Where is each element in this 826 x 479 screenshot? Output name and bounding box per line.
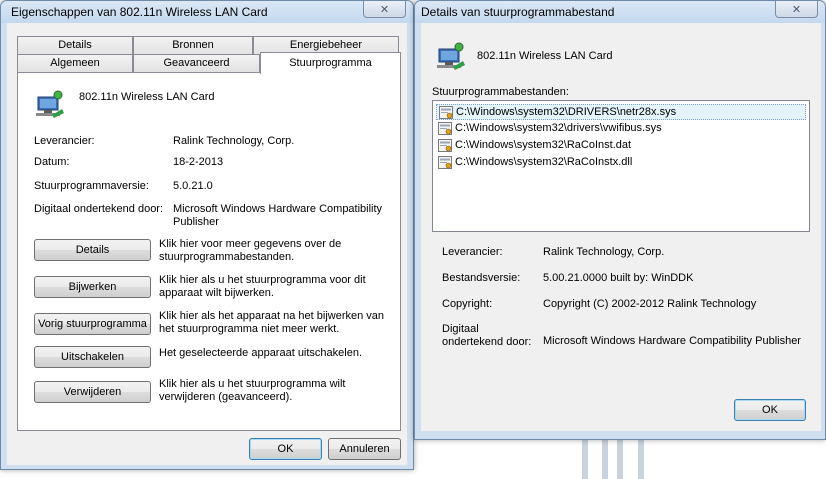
driver-file-icon bbox=[438, 122, 452, 135]
date-value: 18-2-2013 bbox=[173, 156, 224, 168]
background-window-edge bbox=[602, 440, 608, 479]
driver-file-icon bbox=[438, 139, 452, 152]
list-item[interactable]: C:\Windows\system32\DRIVERS\netr28x.sys bbox=[436, 104, 806, 120]
version-label: Stuurprogrammaversie: bbox=[34, 180, 149, 192]
tab-stuurprogramma[interactable]: Stuurprogramma bbox=[260, 52, 401, 74]
stuurprogramma-tab-panel: 802.11n Wireless LAN Card Leverancier: R… bbox=[17, 72, 401, 431]
update-driver-description: Klik hier als u het stuurprogramma voor … bbox=[159, 274, 366, 299]
device-properties-window: Eigenschappen van 802.11n Wireless LAN C… bbox=[0, 0, 414, 470]
copyright-label: Copyright: bbox=[442, 298, 493, 310]
driver-file-icon bbox=[438, 156, 452, 169]
provider-value: Ralink Technology, Corp. bbox=[543, 246, 665, 258]
dialog-client-area: 802.11n Wireless LAN Card Stuurprogramma… bbox=[421, 23, 821, 431]
device-name: 802.11n Wireless LAN Card bbox=[79, 91, 215, 103]
signer-label: Digitaal ondertekend door: bbox=[34, 203, 164, 215]
details-button[interactable]: Details bbox=[34, 239, 151, 261]
uninstall-driver-button[interactable]: Verwijderen bbox=[34, 381, 151, 403]
close-icon: ✕ bbox=[791, 3, 802, 16]
driver-files-label: Stuurprogrammabestanden: bbox=[432, 86, 569, 98]
driver-file-details-titlebar[interactable]: Details van stuurprogrammabestand bbox=[415, 1, 825, 23]
network-adapter-icon bbox=[36, 90, 64, 118]
background-window-edge bbox=[638, 440, 644, 479]
tab-geavanceerd[interactable]: Geavanceerd bbox=[133, 54, 260, 72]
close-button[interactable]: ✕ bbox=[363, 1, 406, 18]
close-button[interactable]: ✕ bbox=[775, 1, 818, 18]
file-path: C:\Windows\system32\RaCoInst.dat bbox=[455, 139, 632, 151]
details-description: Klik hier voor meer gegevens over de stu… bbox=[159, 238, 342, 263]
signer-label: Digitaal ondertekend door: bbox=[442, 323, 532, 348]
signer-value: Microsoft Windows Hardware Compatibility… bbox=[543, 335, 801, 347]
list-item[interactable]: C:\Windows\system32\drivers\vwifibus.sys bbox=[436, 121, 806, 137]
ok-button[interactable]: OK bbox=[734, 399, 806, 421]
file-path: C:\Windows\system32\DRIVERS\netr28x.sys bbox=[456, 106, 677, 118]
tab-algemeen[interactable]: Algemeen bbox=[17, 54, 133, 72]
signer-value: Microsoft Windows Hardware Compatibility… bbox=[173, 203, 383, 228]
ok-button[interactable]: OK bbox=[249, 438, 322, 460]
background-window-edge bbox=[582, 440, 588, 479]
copyright-value: Copyright (C) 2002-2012 Ralink Technolog… bbox=[543, 298, 757, 310]
window-title: Eigenschappen van 802.11n Wireless LAN C… bbox=[11, 5, 268, 19]
driver-file-details-window: Details van stuurprogrammabestand ✕ 802.… bbox=[414, 0, 826, 440]
list-item[interactable]: C:\Windows\system32\RaCoInst.dat bbox=[436, 138, 806, 154]
tab-details[interactable]: Details bbox=[17, 36, 133, 55]
list-item[interactable]: C:\Windows\system32\RaCoInstx.dll bbox=[436, 155, 806, 171]
window-title: Details van stuurprogrammabestand bbox=[421, 5, 615, 19]
file-path: C:\Windows\system32\RaCoInstx.dll bbox=[455, 156, 633, 168]
version-value: 5.0.21.0 bbox=[173, 180, 213, 192]
dialog-client-area: Details Bronnen Energiebeheer Algemeen G… bbox=[7, 23, 407, 465]
rollback-driver-button[interactable]: Vorig stuurprogramma bbox=[34, 313, 151, 335]
rollback-driver-description: Klik hier als het apparaat na het bijwer… bbox=[159, 310, 385, 335]
device-name: 802.11n Wireless LAN Card bbox=[477, 50, 613, 62]
date-label: Datum: bbox=[34, 156, 70, 168]
provider-value: Ralink Technology, Corp. bbox=[173, 135, 295, 147]
file-version-label: Bestandsversie: bbox=[442, 272, 521, 284]
close-icon: ✕ bbox=[379, 3, 390, 16]
provider-label: Leverancier: bbox=[442, 246, 503, 258]
disable-device-description: Het geselecteerde apparaat uitschakelen. bbox=[159, 347, 363, 359]
update-driver-button[interactable]: Bijwerken bbox=[34, 276, 151, 298]
cancel-button[interactable]: Annuleren bbox=[328, 438, 401, 460]
file-version-value: 5.00.21.0000 built by: WinDDK bbox=[543, 272, 694, 284]
background-window-edge bbox=[617, 440, 623, 479]
driver-files-list[interactable]: C:\Windows\system32\DRIVERS\netr28x.sys … bbox=[432, 100, 810, 232]
disable-device-button[interactable]: Uitschakelen bbox=[34, 346, 151, 368]
file-path: C:\Windows\system32\drivers\vwifibus.sys bbox=[455, 122, 662, 134]
uninstall-driver-description: Klik hier als u het stuurprogramma wilt … bbox=[159, 378, 346, 403]
provider-label: Leverancier: bbox=[34, 135, 95, 147]
tab-bronnen[interactable]: Bronnen bbox=[133, 36, 253, 55]
device-properties-titlebar[interactable]: Eigenschappen van 802.11n Wireless LAN C… bbox=[1, 1, 413, 23]
network-adapter-icon bbox=[437, 42, 465, 70]
driver-file-icon bbox=[439, 106, 453, 119]
